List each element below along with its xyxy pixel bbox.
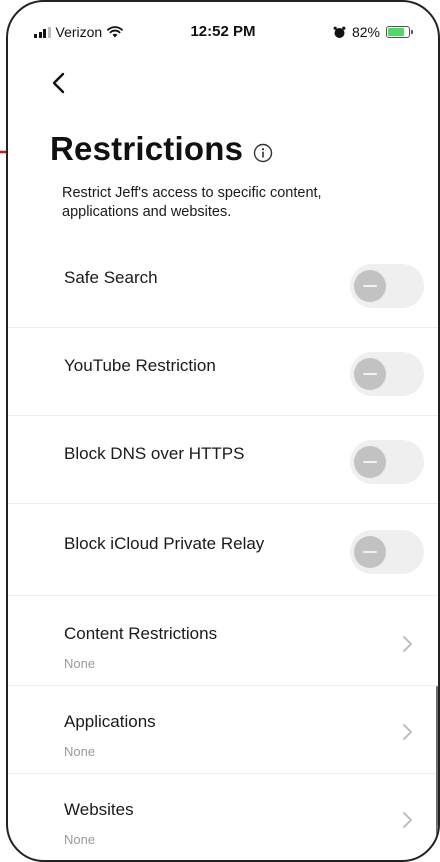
toggle-knob: [354, 536, 386, 568]
info-circle-icon[interactable]: [253, 143, 273, 163]
status-bar: Verizon 12:52 PM 82%: [8, 2, 438, 66]
toggle-knob: [354, 358, 386, 390]
safe-search-toggle[interactable]: [350, 264, 424, 308]
content-restrictions-row[interactable]: Content Restrictions None: [8, 596, 438, 686]
battery-charging-icon: [386, 26, 413, 38]
row-label: Block iCloud Private Relay: [64, 534, 265, 553]
alarm-icon: [333, 26, 346, 38]
youtube-restriction-row[interactable]: YouTube Restriction: [8, 328, 438, 416]
page-title-group: Restrictions: [50, 130, 273, 168]
row-label: Safe Search: [64, 268, 158, 287]
block-icloud-private-relay-toggle[interactable]: [350, 530, 424, 574]
row-label: Block DNS over HTTPS: [64, 444, 245, 463]
status-right: 82%: [333, 24, 413, 40]
battery-percent: 82%: [351, 24, 380, 40]
safe-search-row[interactable]: Safe Search: [8, 242, 438, 328]
websites-row[interactable]: Websites None: [8, 774, 438, 860]
chevron-right-icon: [403, 636, 412, 652]
block-icloud-private-relay-row[interactable]: Block iCloud Private Relay: [8, 504, 438, 596]
row-value: None: [64, 744, 96, 759]
row-value: None: [64, 832, 96, 847]
row-value: None: [64, 656, 96, 671]
row-label: Content Restrictions: [64, 624, 218, 643]
row-label: Websites: [64, 800, 134, 819]
row-label: YouTube Restriction: [64, 356, 216, 375]
row-label: Applications: [64, 712, 156, 731]
youtube-restriction-toggle[interactable]: [350, 352, 424, 396]
applications-row[interactable]: Applications None: [8, 686, 438, 774]
page-title: Restrictions: [50, 130, 244, 167]
toggle-knob: [354, 446, 386, 478]
toggle-knob: [354, 270, 386, 302]
chevron-right-icon: [403, 812, 412, 828]
chevron-left-icon[interactable]: [44, 68, 76, 100]
block-dns-over-https-toggle[interactable]: [350, 440, 424, 484]
scrollbar[interactable]: [436, 686, 438, 848]
phone-screen: Verizon 12:52 PM 82% Restrictions Restri…: [6, 0, 440, 862]
block-dns-over-https-row[interactable]: Block DNS over HTTPS: [8, 416, 438, 504]
page-description: Restrict Jeff's access to specific conte…: [62, 185, 322, 220]
battery-level-fill: [388, 28, 405, 36]
chevron-right-icon: [403, 724, 412, 740]
